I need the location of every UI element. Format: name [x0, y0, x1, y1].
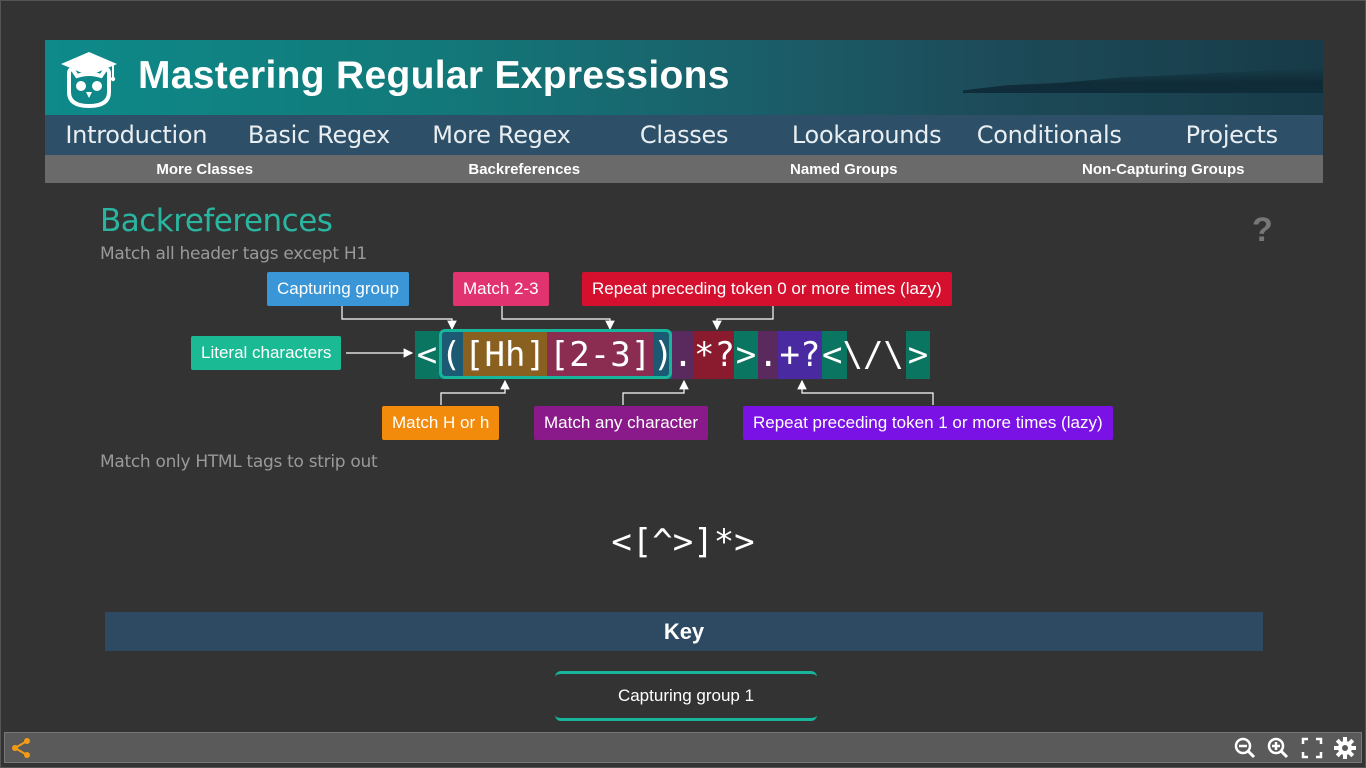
regex-expression: < ( [Hh] [2-3] ) . *? > . +? <\/\1 >	[415, 331, 930, 379]
regex-token-literal: <	[415, 331, 439, 379]
regex-token-literal: >	[906, 331, 930, 379]
settings-icon[interactable]	[1333, 736, 1357, 760]
callout-connectors	[341, 306, 934, 405]
regex-token-dot: .	[758, 331, 778, 379]
callout-repeat-lazy-0: Repeat preceding token 0 or more times (…	[582, 272, 952, 306]
regex-token-class-2-3: [2-3]	[547, 331, 653, 379]
example2-caption: Match only HTML tags to strip out	[100, 452, 378, 472]
fullscreen-icon[interactable]	[1300, 736, 1324, 760]
regex-token-dot: .	[672, 331, 694, 379]
regex-token-lazy-plus: +?	[778, 331, 822, 379]
regex-token-group-open: (	[439, 331, 463, 379]
regex-token-class-hh: [Hh]	[463, 331, 547, 379]
callout-capturing-group: Capturing group	[267, 272, 409, 306]
callout-match-2-3: Match 2-3	[453, 272, 549, 306]
bottom-toolbar	[4, 732, 1362, 763]
key-header: Key	[105, 612, 1263, 651]
callout-match-h: Match H or h	[382, 406, 500, 440]
regex-token-lazy-star: *?	[694, 331, 735, 379]
regex-token-group-close: )	[653, 331, 673, 379]
key-item-capturing-group: Capturing group 1	[555, 671, 817, 721]
zoom-out-icon[interactable]	[1233, 736, 1257, 760]
zoom-in-icon[interactable]	[1266, 736, 1290, 760]
plain-regex-expression: <[^>]*>	[611, 522, 755, 562]
regex-token-backreference: <\/\1	[822, 331, 924, 379]
regex-token-literal: >	[734, 331, 758, 379]
share-icon[interactable]	[9, 736, 33, 760]
callout-repeat-lazy-1: Repeat preceding token 1 or more times (…	[743, 406, 1113, 440]
callout-any-character: Match any character	[534, 406, 709, 440]
callout-literal-characters: Literal characters	[191, 336, 342, 370]
